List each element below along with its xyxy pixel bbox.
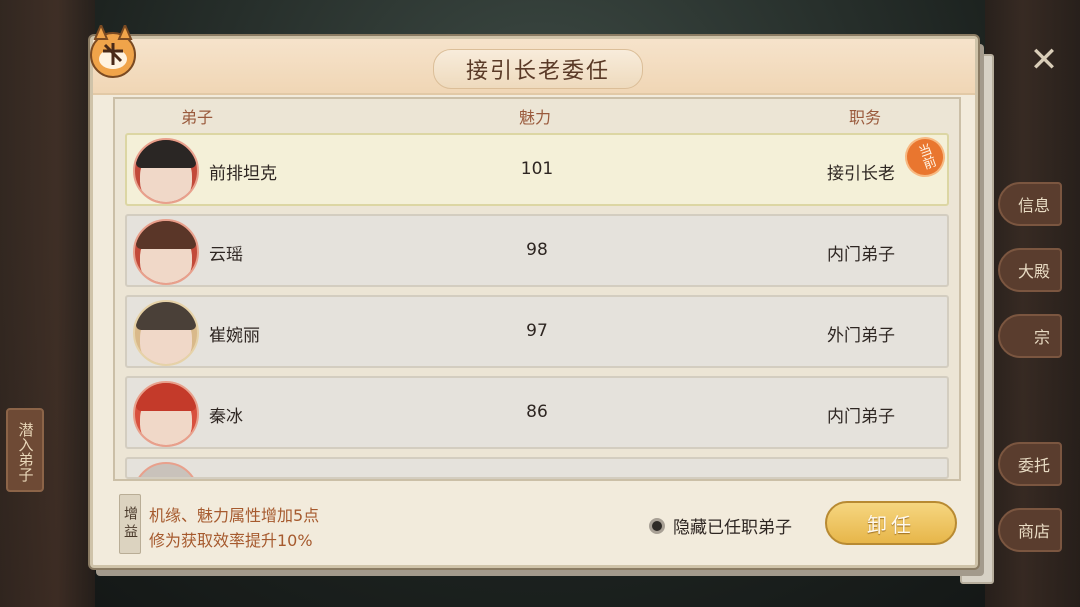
disciple-name: 云瑶 [209, 245, 243, 265]
disciple-charm: 101 [520, 159, 554, 179]
disciple-list[interactable]: 弟子 魅力 职务 前排坦克 101 接引长老 当前 云瑶 98 内门弟子 崔婉丽… [113, 97, 961, 481]
side-button-hall[interactable]: 大殿 [998, 248, 1062, 292]
avatar [133, 462, 199, 477]
dismiss-button[interactable]: 卸任 [825, 501, 957, 545]
avatar [133, 219, 199, 285]
disciple-row[interactable]: 崔婉丽 97 外门弟子 [125, 295, 949, 368]
disciple-name: 崔婉丽 [209, 326, 260, 346]
disciple-name: 前排坦克 [209, 164, 277, 184]
side-button-info[interactable]: 信息 [998, 182, 1062, 226]
avatar [133, 138, 199, 204]
disciple-row[interactable]: 云瑶 98 内门弟子 [125, 214, 949, 287]
side-button-sect[interactable]: 宗 [998, 314, 1062, 358]
avatar [133, 300, 199, 366]
side-button-shop[interactable]: 商店 [998, 508, 1062, 552]
disciple-row[interactable]: 前排坦克 101 接引长老 当前 [125, 131, 951, 206]
left-side-tag[interactable]: 潜入弟子 [6, 408, 44, 492]
hide-appointed-label: 隐藏已任职弟子 [673, 518, 792, 538]
buff-line: 修为获取效率提升10% [149, 531, 313, 550]
disciple-row-partial[interactable] [125, 457, 949, 479]
avatar [133, 381, 199, 447]
disciple-post: 内门弟子 [827, 407, 895, 427]
fox-mascot-icon [90, 25, 136, 78]
disciple-name: 秦冰 [209, 407, 243, 427]
disciple-post: 内门弟子 [827, 245, 895, 265]
buff-tag: 增益 [119, 494, 141, 554]
current-badge: 当前 [899, 131, 951, 183]
list-header: 弟子 魅力 职务 [115, 99, 959, 129]
disciple-post: 外门弟子 [827, 326, 895, 346]
column-header-charm: 魅力 [519, 108, 552, 127]
disciple-charm: 98 [526, 240, 548, 260]
hide-appointed-toggle[interactable]: 隐藏已任职弟子 [649, 513, 792, 538]
disciple-row[interactable]: 秦冰 86 内门弟子 [125, 376, 949, 449]
side-button-commission[interactable]: 委托 [998, 442, 1062, 486]
disciple-charm: 97 [526, 321, 548, 341]
left-panel-background [0, 0, 95, 607]
disciple-charm: 86 [526, 402, 548, 422]
radio-icon[interactable] [649, 517, 665, 534]
close-icon[interactable]: ✕ [1022, 38, 1066, 82]
buff-line: 机缘、魅力属性增加5点 [149, 506, 320, 525]
column-header-name: 弟子 [181, 108, 214, 127]
column-header-post: 职务 [849, 108, 882, 127]
appoint-dialog: 接引长老委任 弟子 魅力 职务 前排坦克 101 接引长老 当前 云瑶 98 内… [90, 25, 978, 568]
disciple-post: 接引长老 [827, 164, 895, 184]
dialog-title-bar: 接引长老委任 [93, 39, 975, 95]
dialog-title: 接引长老委任 [433, 49, 643, 89]
